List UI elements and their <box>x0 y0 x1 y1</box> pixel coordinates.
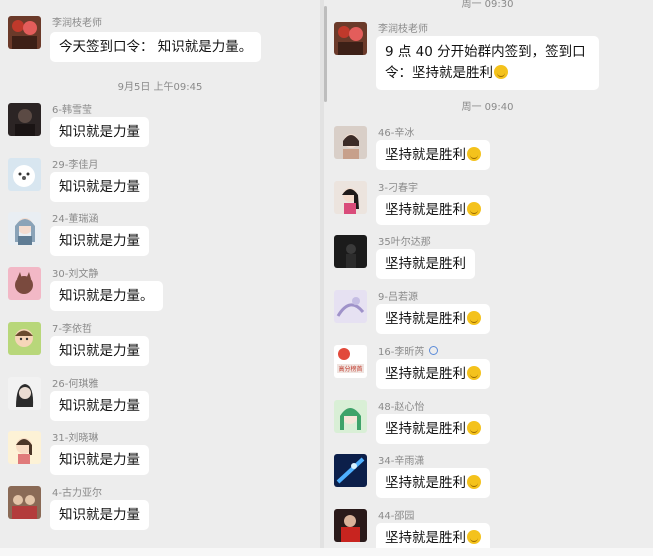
status-ring-icon <box>429 345 439 355</box>
message-bubble[interactable]: 知识就是力量 <box>50 117 149 147</box>
sender-name: 李润枝老师 <box>378 24 428 35</box>
sender-name: 16-李昕芮 <box>378 343 439 358</box>
user-avatar[interactable] <box>8 157 41 191</box>
message-bubble[interactable]: 知识就是力量 <box>50 335 149 366</box>
user-avatar[interactable] <box>334 399 367 433</box>
sender-name: 29-李佳月 <box>52 159 99 171</box>
message-bubble[interactable]: 坚持就是胜利 <box>376 304 490 335</box>
sender-name: 9-吕若源 <box>378 292 418 304</box>
message-bubble[interactable]: 9 点 40 分开始群内签到，签到口令：坚持就是胜利 <box>376 36 599 90</box>
sender-name: 35叶尔达那 <box>378 237 431 249</box>
message-text: 知识就是力量。 <box>59 288 154 305</box>
message-bubble[interactable]: 知识就是力量 <box>50 445 149 476</box>
grin-emoji-icon <box>467 420 481 435</box>
message-text: 9 点 40 分开始群内签到，签到口令：坚持就是胜利 <box>385 44 586 81</box>
message-bubble[interactable]: 坚持就是胜利 <box>376 140 490 170</box>
sender-name: 26-何琪雅 <box>52 378 99 390</box>
message-bubble[interactable]: 知识就是力量 <box>50 499 149 530</box>
teacher-avatar[interactable] <box>334 22 367 55</box>
grin-emoji-icon <box>467 147 481 161</box>
message-bubble[interactable]: 今天签到口令： 知识就是力量。 <box>50 32 262 62</box>
sender-name: 6-韩雪莹 <box>52 105 92 116</box>
message-text: 知识就是力量 <box>59 342 140 359</box>
sender-name: 31-刘晓琳 <box>52 433 99 445</box>
user-avatar[interactable] <box>334 126 367 159</box>
grin-emoji-icon <box>467 311 481 326</box>
user-avatar[interactable]: 高分榜首 <box>334 344 367 378</box>
sender-name: 34-辛雨潇 <box>378 456 425 468</box>
message-text: 坚持就是胜利 <box>385 256 466 273</box>
grin-emoji-icon <box>467 365 481 380</box>
user-avatar[interactable] <box>334 290 367 324</box>
input-bar[interactable] <box>0 548 653 556</box>
sender-name: 7-李依哲 <box>52 323 92 335</box>
message-text: 坚持就是胜利 <box>385 311 466 328</box>
user-avatar[interactable] <box>8 376 41 410</box>
user-avatar[interactable] <box>8 321 41 355</box>
message-text: 知识就是力量 <box>59 397 140 414</box>
left-chat-pane[interactable]: 李润枝老师 今天签到口令： 知识就是力量。 9月5日 上午09:45 6-韩雪莹… <box>0 0 320 556</box>
message-bubble[interactable]: 坚持就是胜利 <box>376 468 490 499</box>
message-bubble[interactable]: 坚持就是胜利 <box>376 358 490 389</box>
user-avatar[interactable] <box>8 431 41 465</box>
sender-name: 4-古力亚尔 <box>52 487 102 499</box>
message-text: 坚持就是胜利 <box>385 475 466 492</box>
teacher-avatar[interactable] <box>8 16 41 49</box>
user-avatar[interactable] <box>8 267 41 301</box>
message-bubble[interactable]: 知识就是力量。 <box>50 281 163 312</box>
grin-emoji-icon <box>467 475 481 490</box>
sender-name: 48-赵心怡 <box>378 401 425 413</box>
sender-name: 24-董瑞涵 <box>52 214 99 226</box>
sender-name: 30-刘文静 <box>52 269 99 281</box>
user-avatar[interactable] <box>8 212 41 246</box>
sender-name: 46-辛冰 <box>378 128 415 139</box>
message-text: 知识就是力量 <box>59 506 140 523</box>
sender-name: 3-刁春宇 <box>378 182 418 194</box>
sender-name: 李润枝老师 <box>52 18 102 29</box>
message-text: 知识就是力量 <box>59 233 140 250</box>
user-avatar[interactable] <box>334 508 367 542</box>
user-avatar[interactable] <box>334 454 367 488</box>
user-avatar[interactable] <box>334 235 367 269</box>
message-text: 坚持就是胜利 <box>385 147 466 163</box>
avatar-caption: 高分榜首 <box>338 365 362 373</box>
timestamp: 9月5日 上午09:45 <box>117 82 203 93</box>
message-text: 坚持就是胜利 <box>385 365 466 382</box>
message-bubble[interactable]: 知识就是力量 <box>50 226 149 257</box>
message-bubble[interactable]: 知识就是力量 <box>50 390 149 421</box>
grin-emoji-icon <box>467 529 481 544</box>
right-chat-pane[interactable]: 周一 09:30 李润枝老师 9 点 40 分开始群内签到，签到口令：坚持就是胜… <box>322 0 653 556</box>
message-text: 知识就是力量 <box>59 124 140 140</box>
grin-emoji-icon <box>494 65 508 79</box>
grin-emoji-icon <box>467 201 481 216</box>
timestamp-top: 周一 09:30 <box>461 0 514 10</box>
sender-name: 44-邵园 <box>378 510 415 522</box>
message-bubble[interactable]: 坚持就是胜利 <box>376 249 475 280</box>
timestamp: 周一 09:40 <box>461 102 514 113</box>
user-avatar[interactable] <box>334 180 367 214</box>
message-bubble[interactable]: 知识就是力量 <box>50 171 149 202</box>
message-text: 坚持就是胜利 <box>385 201 466 218</box>
message-text: 知识就是力量 <box>59 452 140 469</box>
user-avatar[interactable] <box>8 485 41 519</box>
message-bubble[interactable]: 坚持就是胜利 <box>376 194 490 225</box>
user-avatar[interactable] <box>8 103 41 136</box>
message-bubble[interactable]: 坚持就是胜利 <box>376 413 490 444</box>
message-text: 知识就是力量 <box>59 178 140 195</box>
message-text: 坚持就是胜利 <box>385 420 466 437</box>
message-text: 坚持就是胜利 <box>385 529 466 546</box>
